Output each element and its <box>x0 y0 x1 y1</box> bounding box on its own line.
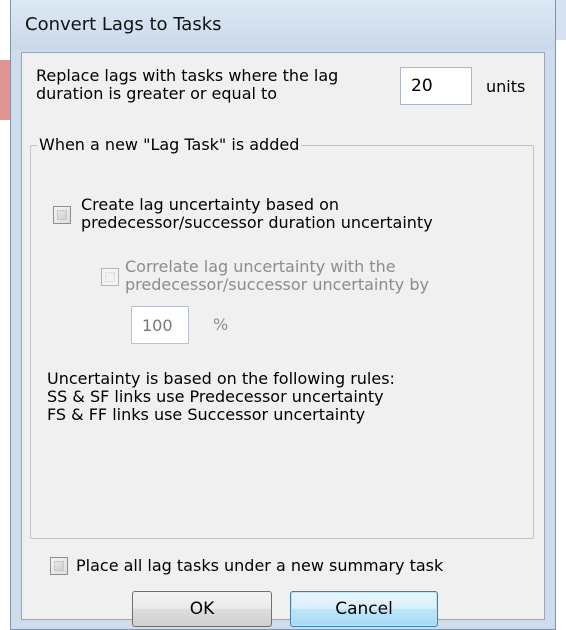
correlation-percent-input[interactable] <box>131 306 189 344</box>
correlate-label-line2: predecessor/successor uncertainty by <box>125 275 429 294</box>
create-uncertainty-checkbox[interactable] <box>53 206 71 224</box>
background-strip <box>0 60 10 120</box>
create-uncertainty-label-line1[interactable]: Create lag uncertainty based on <box>81 196 339 214</box>
summary-task-checkbox[interactable] <box>50 557 68 575</box>
lag-threshold-input[interactable] <box>400 67 472 105</box>
rules-line3: FS & FF links use Successor uncertainty <box>47 405 366 424</box>
convert-lags-dialog: Convert Lags to Tasks Replace lags with … <box>10 0 556 630</box>
title-bar[interactable]: Convert Lags to Tasks <box>11 0 555 50</box>
threshold-label-line2: duration is greater or equal to <box>36 84 278 103</box>
ok-button[interactable]: OK <box>132 591 272 627</box>
dialog-title: Convert Lags to Tasks <box>25 14 222 35</box>
groupbox-legend: When a new "Lag Task" is added <box>37 135 302 154</box>
threshold-units-label: units <box>486 77 526 96</box>
threshold-label-line1: Replace lags with tasks where the lag <box>36 66 339 85</box>
create-uncertainty-label-line2[interactable]: predecessor/successor duration uncertain… <box>81 214 433 232</box>
correlate-uncertainty-checkbox[interactable] <box>101 268 119 286</box>
lag-task-groupbox: When a new "Lag Task" is added Create la… <box>30 136 534 539</box>
correlate-label-line1: Correlate lag uncertainty with the <box>125 257 396 276</box>
rules-line1: Uncertainty is based on the following ru… <box>47 369 395 388</box>
summary-task-label[interactable]: Place all lag tasks under a new summary … <box>76 557 443 575</box>
percent-unit-label: % <box>213 315 229 334</box>
cancel-button[interactable]: Cancel <box>290 591 438 627</box>
rules-line2: SS & SF links use Predecessor uncertaint… <box>47 387 384 406</box>
dialog-body: Replace lags with tasks where the lag du… <box>21 52 545 627</box>
